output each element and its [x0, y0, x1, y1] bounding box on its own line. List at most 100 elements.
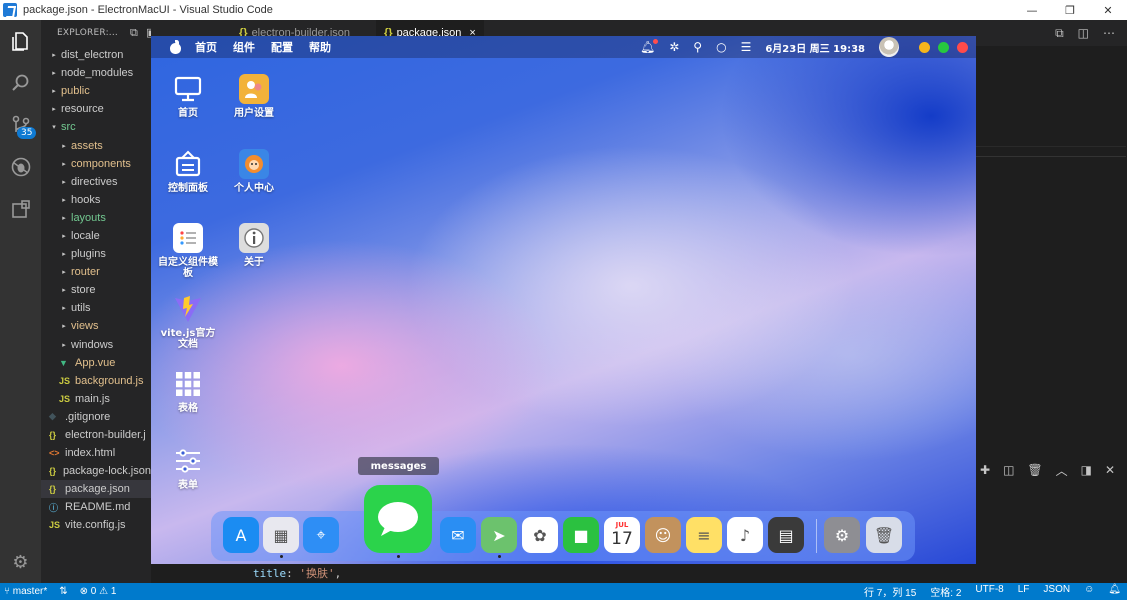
- explorer-item[interactable]: {} electron-builder.j: [41, 426, 151, 444]
- explorer-item[interactable]: ▸ layouts: [41, 209, 151, 227]
- menu-help[interactable]: 帮助: [309, 39, 331, 55]
- new-file-icon[interactable]: ⧉: [130, 26, 138, 40]
- maximize-dot[interactable]: [938, 41, 949, 53]
- maximize-panel-icon[interactable]: ︿: [1056, 462, 1068, 479]
- close-panel-icon[interactable]: ✕: [1105, 463, 1115, 477]
- feedback-icon[interactable]: ☺: [1084, 584, 1094, 599]
- minimize-button[interactable]: —: [1013, 0, 1051, 20]
- maps-icon[interactable]: ➤: [481, 517, 517, 553]
- desktop-icon-form[interactable]: 表单: [156, 446, 220, 491]
- pin-icon[interactable]: ⚲: [693, 40, 702, 54]
- close-window-button[interactable]: ✕: [1089, 0, 1127, 20]
- explorer-icon[interactable]: [0, 20, 41, 62]
- desktop-icon-control-panel[interactable]: 控制面板: [156, 149, 220, 194]
- explorer-item-label: node_modules: [61, 67, 134, 80]
- settings-gear-icon[interactable]: ⚙: [0, 547, 41, 577]
- source-control-icon[interactable]: 35: [0, 104, 41, 146]
- explorer-item[interactable]: ▸ locale: [41, 227, 151, 245]
- menu-home[interactable]: 首页: [195, 39, 217, 55]
- panel-layout-icon[interactable]: ◨: [1081, 463, 1092, 477]
- explorer-item[interactable]: ▸ assets: [41, 136, 151, 154]
- explorer-item[interactable]: <> index.html: [41, 444, 151, 462]
- app-store-icon[interactable]: A: [223, 517, 259, 553]
- notification-bell-icon[interactable]: 🔔︎: [640, 39, 659, 54]
- notifications-icon[interactable]: 🔔︎: [1108, 584, 1121, 599]
- explorer-item[interactable]: ⓘ README.md: [41, 498, 151, 516]
- search-icon[interactable]: ○: [716, 40, 726, 54]
- explorer-item[interactable]: JS vite.config.js: [41, 516, 151, 534]
- explorer-item[interactable]: ▸ node_modules: [41, 64, 151, 82]
- split-terminal-icon[interactable]: ◫: [1003, 463, 1014, 477]
- search-icon[interactable]: [0, 62, 41, 104]
- explorer-item[interactable]: ▸ dist_electron: [41, 46, 151, 64]
- close-dot[interactable]: [957, 41, 968, 53]
- sliders-icon[interactable]: ☰: [741, 40, 752, 54]
- desktop-icon-custom-template[interactable]: 自定义组件模板: [156, 223, 220, 279]
- dock-glyph: ■: [573, 525, 589, 545]
- sparkle-icon[interactable]: ✲: [669, 40, 679, 54]
- explorer-item[interactable]: ▸ store: [41, 281, 151, 299]
- sync-icon[interactable]: ⇅: [59, 586, 67, 597]
- indentation[interactable]: 空格: 2: [930, 584, 961, 599]
- messages-icon[interactable]: [364, 485, 432, 553]
- desktop-icon-about[interactable]: 关于: [222, 223, 286, 268]
- explorer-item[interactable]: ▸ public: [41, 82, 151, 100]
- open-changes-icon[interactable]: ⧉: [1055, 26, 1064, 41]
- extensions-icon[interactable]: [0, 188, 41, 230]
- debug-icon[interactable]: [0, 146, 41, 188]
- launchpad-icon[interactable]: ▦: [263, 517, 299, 553]
- desktop-icon-home[interactable]: 首页: [156, 74, 220, 119]
- language-mode[interactable]: JSON: [1043, 584, 1070, 599]
- desktop-icon-table[interactable]: 表格: [156, 369, 220, 414]
- desktop-icon-vite-docs[interactable]: vite.js官方文档: [156, 294, 220, 350]
- explorer-item[interactable]: ▸ hooks: [41, 191, 151, 209]
- explorer-item[interactable]: ▸ windows: [41, 336, 151, 354]
- calendar-icon[interactable]: JUL 17: [604, 517, 640, 553]
- music-icon[interactable]: ♪: [727, 517, 763, 553]
- contacts-icon[interactable]: ☺: [645, 517, 681, 553]
- explorer-item[interactable]: ▾ src: [41, 118, 151, 136]
- avatar[interactable]: [879, 37, 899, 57]
- branch-status[interactable]: ⑂ master*: [4, 586, 47, 597]
- explorer-item[interactable]: ▸ views: [41, 317, 151, 335]
- explorer-item[interactable]: ▼ App.vue: [41, 354, 151, 372]
- dock-running-indicator: [279, 555, 283, 558]
- desktop-icon-label: 关于: [244, 257, 264, 268]
- encoding[interactable]: UTF-8: [975, 584, 1003, 599]
- explorer-item[interactable]: ▸ plugins: [41, 245, 151, 263]
- explorer-item[interactable]: {} package-lock.json: [41, 462, 151, 480]
- menu-components[interactable]: 组件: [233, 39, 255, 55]
- restore-button[interactable]: ❐: [1051, 0, 1089, 20]
- explorer-item[interactable]: JS main.js: [41, 390, 151, 408]
- code-line[interactable]: title: '换肤',: [253, 565, 341, 581]
- explorer-item[interactable]: {} package.json: [41, 480, 151, 499]
- problems-status[interactable]: ⊗ 0 ⚠ 1: [80, 586, 117, 597]
- trash-icon[interactable]: 🗑: [866, 517, 902, 553]
- apple-logo-icon[interactable]: [167, 40, 185, 54]
- mail-icon[interactable]: ✉: [440, 517, 476, 553]
- explorer-item[interactable]: JS background.js: [41, 372, 151, 390]
- more-actions-icon[interactable]: ⋯: [1103, 26, 1115, 41]
- explorer-item[interactable]: ▸ resource: [41, 100, 151, 118]
- desktop-icon-label: 自定义组件模板: [158, 257, 218, 279]
- desktop-icon-user-settings[interactable]: 用户设置: [222, 74, 286, 119]
- eol[interactable]: LF: [1018, 584, 1030, 599]
- explorer-item[interactable]: ▸ components: [41, 155, 151, 173]
- system-preferences-icon[interactable]: ⚙: [824, 517, 860, 553]
- calculator-icon[interactable]: ▤: [768, 517, 804, 553]
- explorer-item[interactable]: ▸ utils: [41, 299, 151, 317]
- menu-config[interactable]: 配置: [271, 39, 293, 55]
- notes-icon[interactable]: ≡: [686, 517, 722, 553]
- cursor-position[interactable]: 行 7，列 15: [864, 584, 916, 599]
- split-editor-icon[interactable]: ◫: [1078, 26, 1089, 41]
- desktop-icon-personal-center[interactable]: 个人中心: [222, 149, 286, 194]
- explorer-item[interactable]: ▸ directives: [41, 173, 151, 191]
- safari-icon[interactable]: ⌖: [303, 517, 339, 553]
- add-terminal-icon[interactable]: ✚: [980, 463, 990, 477]
- explorer-item[interactable]: ◆ .gitignore: [41, 408, 151, 426]
- explorer-item[interactable]: ▸ router: [41, 263, 151, 281]
- photos-icon[interactable]: ✿: [522, 517, 558, 553]
- minimize-dot[interactable]: [919, 41, 930, 53]
- facetime-icon[interactable]: ■: [563, 517, 599, 553]
- trash-terminal-icon[interactable]: 🗑: [1027, 463, 1042, 477]
